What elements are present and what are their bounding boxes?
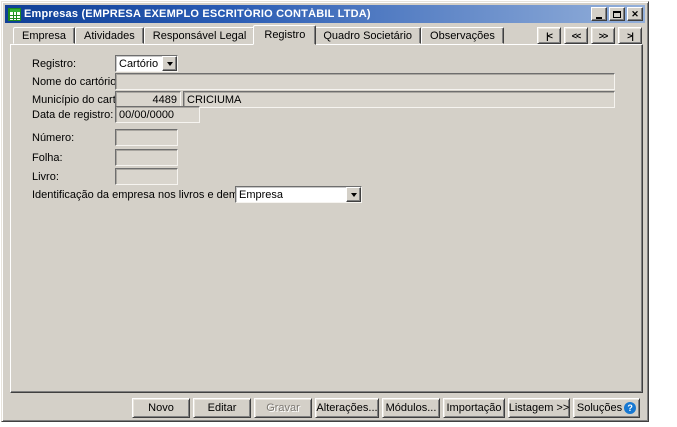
data-registro-label: Data de registro: — [32, 107, 113, 123]
tab-registro[interactable]: Registro — [253, 25, 316, 45]
identificacao-dropdown[interactable]: Empresa — [235, 186, 362, 203]
empresas-window: Empresas (EMPRESA EXEMPLO ESCRITÓRIO CON… — [1, 1, 649, 422]
tab-empresa[interactable]: Empresa — [13, 27, 75, 44]
record-navigator: |< << >> >| — [537, 27, 642, 44]
solucoes-button-label: Soluções — [577, 402, 622, 414]
folha-label: Folha: — [32, 150, 63, 166]
chevron-down-icon[interactable] — [162, 56, 177, 71]
action-button-bar: Novo Editar Gravar Alterações... Módulos… — [10, 398, 640, 418]
livro-field[interactable] — [115, 168, 178, 185]
close-icon: ✕ — [631, 9, 639, 19]
close-button[interactable]: ✕ — [627, 7, 643, 21]
registro-dropdown-value: Cartório — [116, 58, 162, 70]
numero-label: Número: — [32, 130, 74, 146]
nome-cartorio-field[interactable] — [115, 73, 615, 90]
tab-bar: Empresa Atividades Responsável Legal Reg… — [13, 24, 504, 44]
tab-observacoes[interactable]: Observações — [421, 27, 504, 44]
numero-field[interactable] — [115, 129, 178, 146]
editar-button[interactable]: Editar — [193, 398, 251, 418]
municipio-cartorio-name-field[interactable] — [183, 91, 615, 108]
tab-atividades[interactable]: Atividades — [75, 27, 144, 44]
data-registro-field[interactable] — [115, 106, 200, 123]
green-spreadsheet-icon — [8, 8, 21, 21]
registro-label: Registro: — [32, 56, 76, 72]
livro-label: Livro: — [32, 169, 59, 185]
title-bar[interactable]: Empresas (EMPRESA EXEMPLO ESCRITÓRIO CON… — [5, 5, 645, 23]
chevron-down-icon[interactable] — [346, 187, 361, 202]
last-record-button[interactable]: >| — [618, 27, 642, 44]
gravar-button: Gravar — [254, 398, 312, 418]
folha-field[interactable] — [115, 149, 178, 166]
minimize-button[interactable] — [591, 7, 607, 21]
minimize-icon — [596, 17, 602, 19]
maximize-icon — [613, 11, 621, 18]
modulos-button[interactable]: Módulos... — [382, 398, 440, 418]
previous-record-button[interactable]: << — [564, 27, 588, 44]
window-title: Empresas (EMPRESA EXEMPLO ESCRITÓRIO CON… — [24, 8, 591, 20]
solucoes-button[interactable]: Soluções ? — [573, 398, 640, 418]
alteracoes-button[interactable]: Alterações... — [315, 398, 379, 418]
first-record-button[interactable]: |< — [537, 27, 561, 44]
identificacao-dropdown-value: Empresa — [236, 189, 346, 201]
registro-tab-panel: Registro: Cartório Nome do cartório: Mun… — [10, 44, 643, 393]
next-record-button[interactable]: >> — [591, 27, 615, 44]
importacao-button[interactable]: Importação — [443, 398, 505, 418]
help-icon: ? — [624, 402, 636, 414]
listagem-button[interactable]: Listagem >> — [508, 398, 570, 418]
nome-cartorio-label: Nome do cartório: — [32, 74, 119, 90]
maximize-button[interactable] — [609, 7, 625, 21]
registro-dropdown[interactable]: Cartório — [115, 55, 178, 72]
novo-button[interactable]: Novo — [132, 398, 190, 418]
tab-responsavel-legal[interactable]: Responsável Legal — [144, 27, 256, 44]
tab-quadro-societario[interactable]: Quadro Societário — [314, 27, 421, 44]
